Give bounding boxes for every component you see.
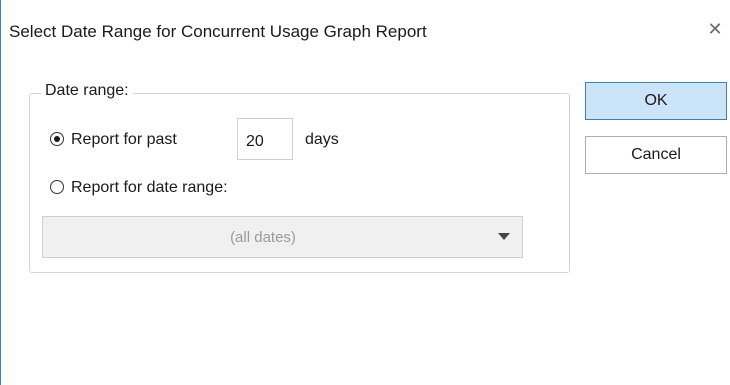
date-range-dropdown[interactable]: (all dates) [42,216,523,258]
title-bar: Select Date Range for Concurrent Usage G… [1,0,730,60]
radio-report-date-range-label[interactable]: Report for date range: [71,179,228,197]
radio-report-past-label[interactable]: Report for past [71,131,177,149]
radio-report-past[interactable] [50,132,64,146]
ok-button[interactable]: OK [585,82,727,120]
cancel-button[interactable]: Cancel [585,136,727,174]
days-input[interactable] [237,118,293,160]
date-range-legend: Date range: [41,82,133,100]
date-range-dropdown-value: (all dates) [230,229,296,246]
radio-report-date-range[interactable] [50,180,64,194]
dialog-window: Select Date Range for Concurrent Usage G… [0,0,730,385]
chevron-down-icon[interactable] [498,233,510,240]
close-icon[interactable]: ✕ [701,14,729,44]
days-unit-label: days [305,131,339,148]
dialog-title: Select Date Range for Concurrent Usage G… [9,22,427,41]
